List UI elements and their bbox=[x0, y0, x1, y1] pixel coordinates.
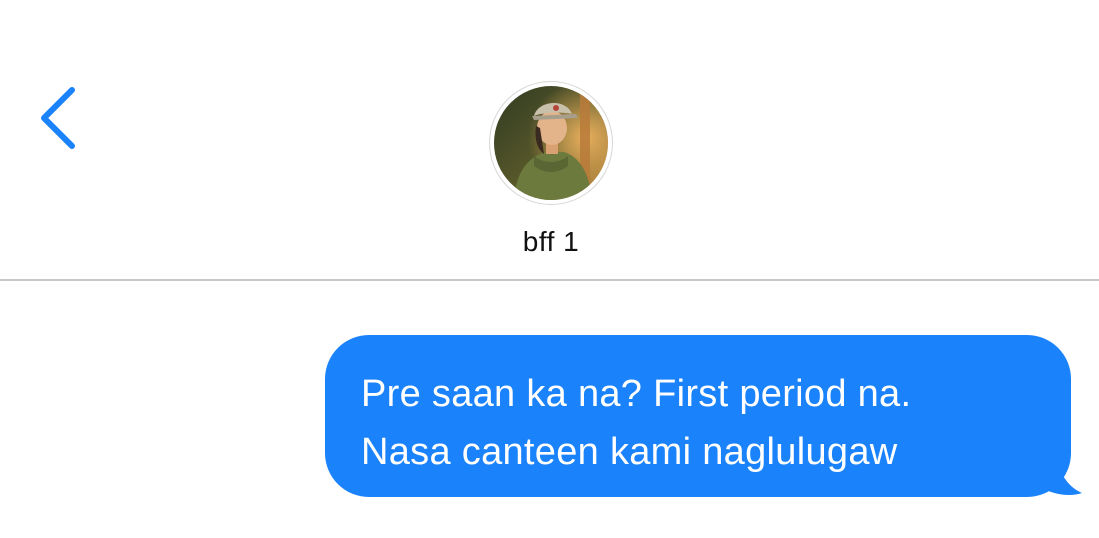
outgoing-message-bubble[interactable]: Pre saan ka na? First period na. Nasa ca… bbox=[325, 335, 1071, 497]
message-line: Pre saan ka na? First period na. bbox=[361, 373, 912, 415]
contact-name[interactable]: bff 1 bbox=[400, 226, 702, 258]
avatar[interactable] bbox=[490, 82, 612, 204]
message-thread: Pre saan ka na? First period na. Nasa ca… bbox=[0, 281, 1099, 538]
message-line: Nasa canteen kami naglulugaw bbox=[361, 431, 898, 473]
conversation-header: bff 1 bbox=[0, 0, 1099, 279]
chevron-left-icon bbox=[41, 87, 75, 149]
back-button[interactable] bbox=[28, 78, 88, 158]
contact-photo bbox=[494, 86, 608, 200]
bubble-tail bbox=[1030, 451, 1082, 495]
